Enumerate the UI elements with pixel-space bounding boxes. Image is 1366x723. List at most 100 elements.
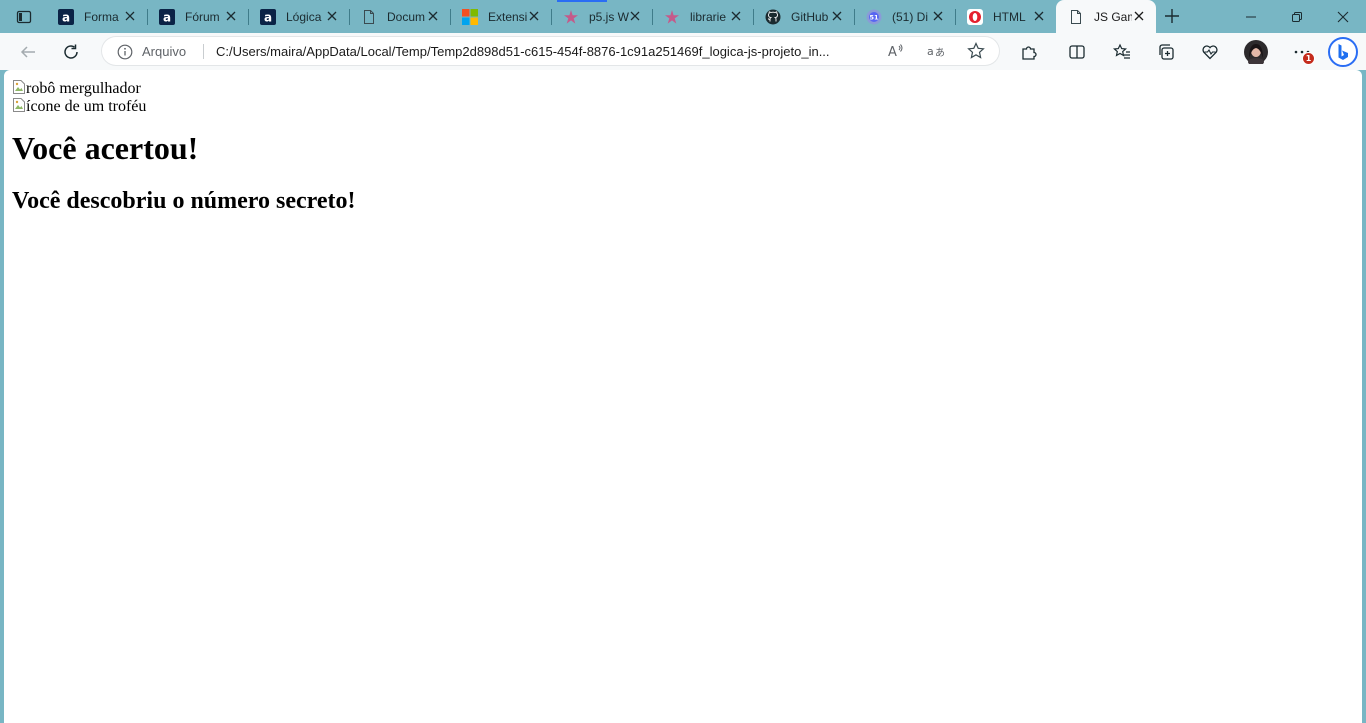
close-icon[interactable] [931,9,945,23]
close-icon[interactable] [1132,9,1146,23]
page-viewport: robô mergulhador ícone de um troféu Você… [4,70,1362,723]
browser-toolbar: Arquivo C:/Users/maira/AppData/Local/Tem… [0,33,1366,70]
tab-title: GitHub [791,9,829,24]
tab-logica[interactable]: a Lógica [248,0,349,33]
plus-icon [1165,9,1179,23]
scheme-label: Arquivo [142,44,187,59]
collections-button[interactable] [1151,38,1181,66]
tab-html[interactable]: HTML [955,0,1056,33]
close-icon[interactable] [123,9,137,23]
microsoft-icon [462,8,478,25]
svg-text:A: A [888,45,897,59]
extensions-button[interactable] [1014,38,1044,66]
heart-pulse-icon [1202,45,1218,60]
tab-strip: a Forma a Fórum a Lógica Docum Extensi p… [0,0,1366,33]
document-icon [1068,9,1084,25]
tab-title: JS Gam [1094,9,1132,24]
favorite-button[interactable] [965,41,987,61]
close-icon[interactable] [527,9,541,23]
collections-icon [1159,44,1174,60]
p5-star-icon [664,9,680,25]
split-screen-button[interactable] [1062,38,1092,66]
tab-actions-icon [16,10,32,24]
tab-p5js[interactable]: p5.js W [551,0,652,33]
browser-essentials-button[interactable] [1195,38,1225,66]
tab-title: p5.js W [589,9,630,24]
info-icon[interactable] [116,43,133,60]
svg-text:a: a [264,10,272,24]
close-window-button[interactable] [1320,0,1366,33]
tab-title: Forma [84,9,119,24]
more-menu-button[interactable]: 1 [1287,38,1317,66]
split-screen-icon [1069,45,1085,59]
tab-discord[interactable]: 51 (51) Di [854,0,955,33]
tab-title: Lógica [286,9,322,24]
browser-window: a Forma a Fórum a Lógica Docum Extensi p… [0,0,1366,723]
tab-docum[interactable]: Docum [349,0,450,33]
puzzle-icon [1022,46,1037,60]
loading-indicator [557,0,607,2]
minimize-button[interactable] [1228,0,1274,33]
address-bar[interactable]: Arquivo C:/Users/maira/AppData/Local/Tem… [101,36,1000,66]
url-text[interactable]: C:/Users/maira/AppData/Local/Temp/Temp2d… [216,44,881,59]
alura-icon: a [58,8,74,25]
broken-image-icon [12,97,26,113]
close-icon[interactable] [1032,9,1046,23]
discord-icon: 51 [866,9,882,25]
tab-github[interactable]: GitHub [753,0,854,33]
star-icon [967,42,985,59]
document-icon [361,9,377,25]
page-title: Você acertou! [12,130,199,166]
github-icon [765,9,781,25]
tab-title: HTML [993,9,1026,24]
restore-button[interactable] [1274,0,1320,33]
close-icon[interactable] [325,9,339,23]
back-button[interactable] [13,38,43,66]
bing-icon [1328,37,1358,67]
p5-star-icon [563,9,579,25]
close-icon[interactable] [729,9,743,23]
svg-text:あ: あ [935,47,945,59]
translate-icon: aあ [927,45,945,59]
tab-title: Docum [387,9,426,24]
svg-text:a: a [62,10,70,24]
back-arrow-icon [20,46,35,58]
broken-image-icon [12,79,26,95]
close-icon[interactable] [628,9,642,23]
translate-button[interactable]: aあ [925,41,947,61]
avatar [1244,40,1268,64]
refresh-icon [64,44,78,59]
favorites-icon [1113,43,1130,59]
tab-actions-button[interactable] [8,6,40,28]
image-alt-text: ícone de um troféu [26,98,147,115]
svg-text:a: a [927,45,934,58]
close-icon [1337,11,1349,22]
tab-title: Extensi [488,9,528,24]
tab-js-game[interactable]: JS Gam [1056,0,1156,33]
tab-title: Fórum [185,9,220,24]
tab-title: librarie [690,9,727,24]
alura-icon: a [159,8,175,25]
profile-button[interactable] [1241,38,1271,66]
opera-icon [967,8,983,25]
image-alt-text: robô mergulhador [26,80,141,97]
new-tab-button[interactable] [1160,5,1184,27]
tab-title: (51) Di [892,9,929,24]
page-content: robô mergulhador ícone de um troféu Você… [4,70,1362,224]
tab-libraries[interactable]: librarie [652,0,753,33]
minimize-icon [1246,16,1256,17]
read-aloud-button[interactable]: A [885,41,907,61]
trophy-image: ícone de um troféu [12,97,1354,115]
tab-forum[interactable]: a Fórum [147,0,248,33]
read-aloud-icon: A [888,44,903,59]
copilot-button[interactable] [1328,36,1358,68]
favorites-button[interactable] [1107,38,1137,66]
close-icon[interactable] [426,9,440,23]
close-icon[interactable] [830,9,844,23]
address-separator [203,44,204,59]
tab-forma[interactable]: a Forma [46,0,147,33]
refresh-button[interactable] [56,38,86,66]
tab-list: a Forma a Fórum a Lógica Docum Extensi p… [46,0,1156,33]
close-icon[interactable] [224,9,238,23]
tab-extensions[interactable]: Extensi [450,0,551,33]
